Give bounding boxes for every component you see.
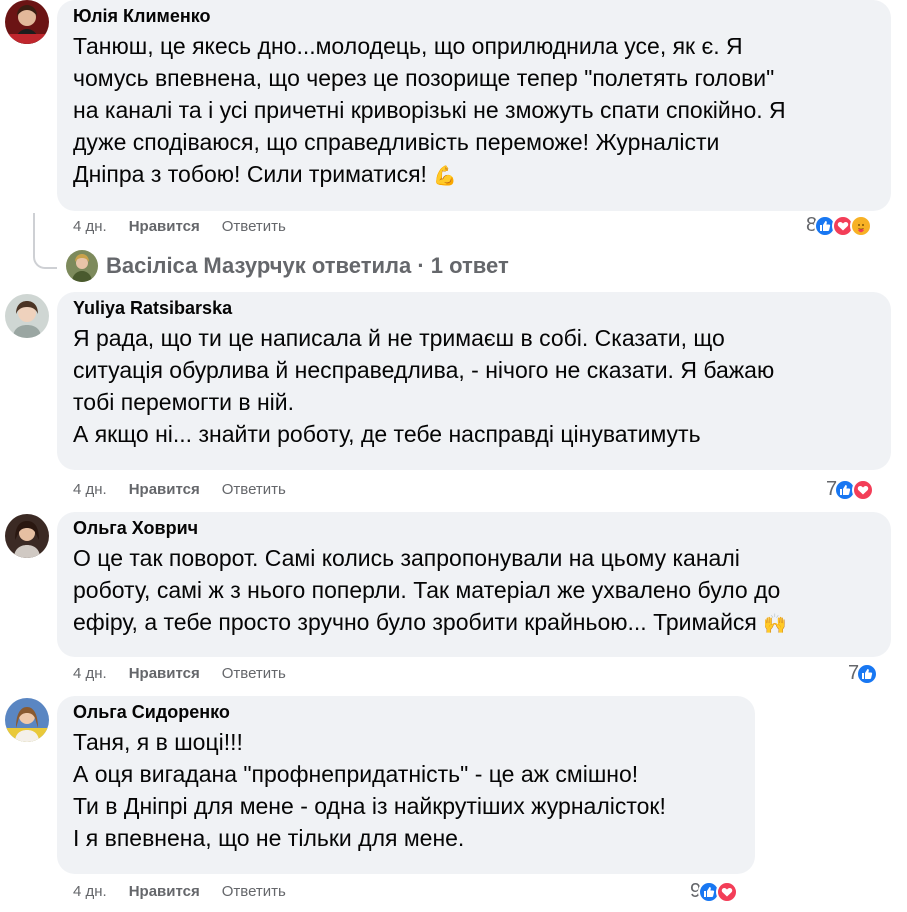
comment-line: чомусь впевнена, що через це позорище те… [73, 65, 775, 91]
like-icon [856, 662, 879, 685]
like-button[interactable]: Нравится [129, 883, 200, 900]
comment-line: А якщо ні... знайти роботу, де тебе насп… [73, 421, 701, 447]
comment-bubble: Ольга Сидоренко Таня, я в шоці!!! А оця … [57, 696, 755, 874]
avatar[interactable] [5, 294, 49, 338]
care-icon [850, 214, 873, 237]
avatar[interactable] [5, 698, 49, 742]
reply-avatar [66, 250, 98, 282]
flexed-biceps-emoji: 💪 [433, 166, 457, 187]
comment-author[interactable]: Юлія Клименко [73, 5, 875, 27]
comment-line: Ти в Дніпрі для мене - одна із найкрутіш… [73, 793, 666, 819]
comment-author[interactable]: Ольга Ховрич [73, 517, 875, 539]
comment-actions: 4 дн. Нравится Ответить [73, 218, 286, 235]
like-button[interactable]: Нравится [129, 218, 200, 235]
like-button[interactable]: Нравится [129, 665, 200, 682]
reaction-summary[interactable]: 9 [690, 880, 739, 903]
raising-hands-emoji: 🙌 [763, 614, 787, 635]
reply-button[interactable]: Ответить [222, 665, 286, 682]
reaction-summary[interactable]: 8 [806, 214, 873, 237]
comment-line: Дніпра з тобою! Сили триматися! [73, 161, 427, 187]
comment-text: О це так поворот. Самі колись запропонув… [73, 542, 875, 641]
comment-line: А оця вигадана "профнепридатність" - це … [73, 761, 639, 787]
replies-summary: Васіліса Мазурчук ответила · 1 ответ [106, 253, 509, 278]
comment-line: Танюш, це якесь дно...молодець, що оприл… [73, 33, 743, 59]
comment-text: Танюш, це якесь дно...молодець, що оприл… [73, 30, 875, 193]
timestamp[interactable]: 4 дн. [73, 481, 107, 498]
reply-button[interactable]: Ответить [222, 481, 286, 498]
timestamp[interactable]: 4 дн. [73, 665, 107, 682]
comment-author[interactable]: Ольга Сидоренко [73, 701, 739, 723]
comment-line: тобі перемогти в ній. [73, 389, 294, 415]
view-replies-link[interactable]: Васіліса Мазурчук ответила · 1 ответ [66, 250, 509, 282]
comment-line: Таня, я в шоці!!! [73, 729, 243, 755]
comment-line: І я впевнена, що не тільки для мене. [73, 825, 465, 851]
comment-line: ситуація обурлива й несправедлива, - ніч… [73, 357, 775, 383]
comment-line: дуже сподіваюся, що справедливість перем… [73, 129, 720, 155]
reaction-summary[interactable]: 7 [848, 662, 879, 685]
avatar[interactable] [5, 514, 49, 558]
comment-text: Таня, я в шоці!!! А оця вигадана "профне… [73, 726, 739, 854]
thread-connector [33, 213, 57, 269]
comment-bubble: Ольга Ховрич О це так поворот. Самі коли… [57, 512, 891, 657]
comment-line: О це так поворот. Самі колись запропонув… [73, 545, 740, 571]
avatar[interactable] [5, 0, 49, 44]
like-button[interactable]: Нравится [129, 481, 200, 498]
comment-line: ефіру, а тебе просто зручно було зробити… [73, 609, 757, 635]
comment-text: Я рада, що ти це написала й не тримаєш в… [73, 322, 875, 450]
comment-line: роботу, самі ж з нього поперли. Так мате… [73, 577, 781, 603]
comment-actions: 4 дн. Нравится Ответить [73, 883, 286, 900]
comment-bubble: Yuliya Ratsibarska Я рада, що ти це напи… [57, 292, 891, 470]
timestamp[interactable]: 4 дн. [73, 883, 107, 900]
comment-bubble: Юлія Клименко Танюш, це якесь дно...моло… [57, 0, 891, 211]
love-icon [716, 880, 739, 903]
love-icon [852, 478, 875, 501]
reply-button[interactable]: Ответить [222, 883, 286, 900]
comment-actions: 4 дн. Нравится Ответить [73, 481, 286, 498]
reply-button[interactable]: Ответить [222, 218, 286, 235]
comment-author[interactable]: Yuliya Ratsibarska [73, 297, 875, 319]
comment-line: Я рада, що ти це написала й не тримаєш в… [73, 325, 725, 351]
timestamp[interactable]: 4 дн. [73, 218, 107, 235]
comment-actions: 4 дн. Нравится Ответить [73, 665, 286, 682]
comment-line: на каналі та і усі причетні криворізькі … [73, 97, 786, 123]
reaction-summary[interactable]: 7 [826, 478, 875, 501]
